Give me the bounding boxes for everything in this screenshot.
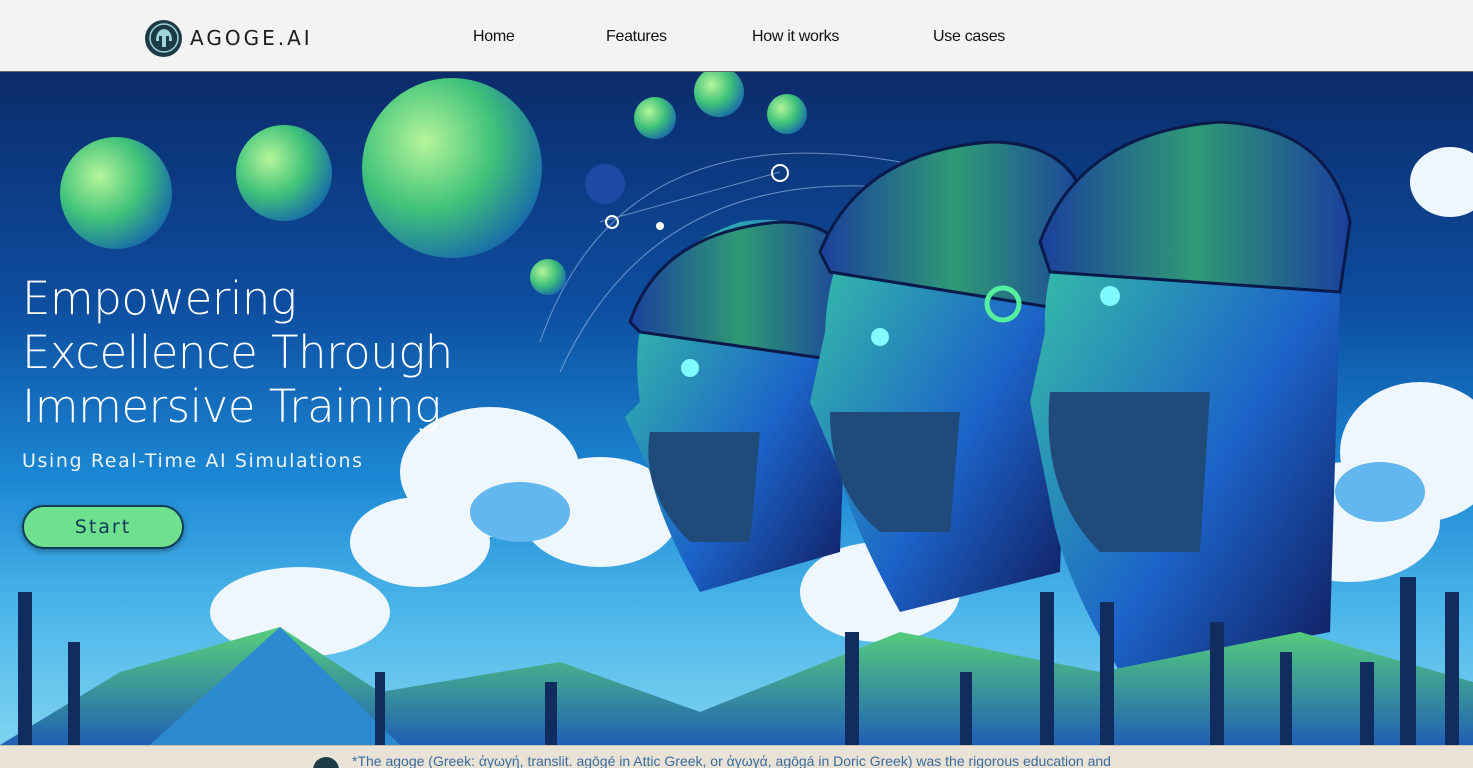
brand-logo[interactable]: AGOGE.AI [145,18,313,58]
hero-subtitle: Using Real-Time AI Simulations [22,450,364,472]
nav-how-it-works[interactable]: How it works [752,28,839,46]
hero-section: Empowering Excellence Through Immersive … [0,72,1473,745]
intro-strip: *The agoge (Greek: ἀγωγή, translit. agōg… [0,745,1473,768]
site-header: AGOGE.AI Home Features How it works Use … [0,0,1473,72]
start-button[interactable]: Start [22,505,184,549]
brand-name: AGOGE.AI [190,26,313,50]
agoge-definition-text: *The agoge (Greek: ἀγωγή, translit. agōg… [352,753,1111,768]
spartan-helmet-logo-icon [145,19,182,57]
hero-title: Empowering Excellence Through Immersive … [22,272,453,433]
nav-home[interactable]: Home [473,28,515,46]
spartan-helmet-small-icon [313,757,339,768]
nav-use-cases[interactable]: Use cases [933,28,1005,46]
nav-features[interactable]: Features [606,28,667,46]
